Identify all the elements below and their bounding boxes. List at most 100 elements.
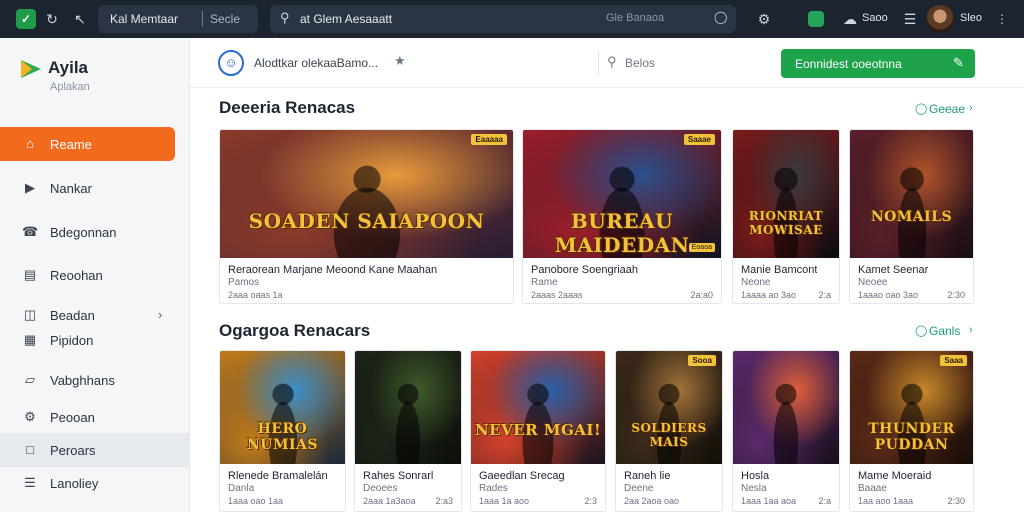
card-subtitle: Nesla	[741, 483, 767, 494]
menu-icon[interactable]: ☰	[900, 9, 920, 29]
sidebar-item-label: Vabghhans	[50, 373, 115, 388]
see-all-link[interactable]: Ganls	[929, 324, 960, 338]
card-subtitle: Pamos	[228, 277, 260, 288]
card-meta: 1aaa 1a aoo	[479, 496, 530, 506]
brand-name: Ayila	[48, 58, 89, 77]
document-icon: ☰	[24, 475, 36, 490]
address-text[interactable]: at Glem Aesaaatt	[300, 12, 392, 26]
brand-subtitle: Aplakan	[50, 81, 90, 93]
voice-icon[interactable]: ◯	[714, 10, 730, 26]
sidebar-item-people[interactable]: □ Peroars	[0, 433, 190, 467]
tab-search-label[interactable]: Secle	[210, 12, 240, 26]
sidebar-item-label: Reame	[50, 137, 92, 152]
sidebar-item-bookmarks[interactable]: ▱ Vabghhans	[0, 363, 190, 397]
card-subtitle: Rades	[479, 483, 508, 494]
tag-badge: Eaaaaa	[471, 134, 507, 145]
game-card[interactable]: SOLDIERS MAIS Sooa Raneh lie Deene 2aa 2aoa …	[615, 350, 723, 512]
price-badge: Eoaoa	[688, 243, 715, 252]
game-logo-text: NOMAILS	[870, 209, 953, 225]
card-subtitle: Neoee	[858, 277, 888, 288]
card-rating: 2a:a0	[690, 290, 713, 300]
chevron-right-icon[interactable]: ›	[969, 324, 973, 336]
sidebar-item-label: Reoohan	[50, 268, 103, 283]
game-thumbnail[interactable]: HERO NUMIAS	[220, 351, 345, 464]
main-header: ☺ Alodtkar olekaaBamo... ★ ⚲ Belos Eonni…	[190, 38, 1024, 88]
game-card[interactable]: SOADEN SAIAPOON Eaaaaa Reraorean Marjane M…	[219, 129, 514, 304]
search-placeholder: Belos	[625, 56, 656, 70]
card-subtitle: Rame	[531, 277, 558, 288]
game-thumbnail[interactable]: THUNDER PUDDAN Saaa	[850, 351, 973, 464]
game-logo-text: RIONRIAT MOWISAE	[748, 209, 824, 237]
circle-icon: ◯	[915, 103, 928, 115]
address-hint: Gle Banaoa	[606, 12, 665, 24]
game-thumbnail[interactable]: BUREAU MAIDEDAN Saaae Eoaoa	[523, 130, 721, 258]
game-thumbnail[interactable]	[733, 351, 839, 464]
search-input[interactable]: ⚲ Belos	[598, 50, 768, 76]
card-subtitle: Deoees	[363, 483, 398, 494]
user-avatar[interactable]	[926, 5, 954, 33]
game-thumbnail[interactable]: NEVER MGAI!	[471, 351, 605, 464]
address-bar[interactable]: ⚲ at Glem Aesaaatt Gle Banaoa ◯	[270, 5, 736, 33]
section-title: Deeeria Renacas	[219, 98, 356, 117]
game-thumbnail[interactable]: NOMAILS	[850, 130, 973, 258]
page-title: Alodtkar olekaaBamo...	[254, 56, 379, 70]
brand-logo-icon	[21, 60, 41, 78]
see-all-link[interactable]: Geeae	[929, 102, 965, 116]
sidebar-item-settings[interactable]: ⚙ Peooan	[0, 400, 190, 434]
star-icon[interactable]: ★	[394, 53, 406, 69]
chat-icon[interactable]: ☁	[840, 9, 860, 29]
sidebar-item-label: Peroars	[50, 443, 96, 458]
game-thumbnail[interactable]: RIONRIAT MOWISAE	[733, 130, 839, 258]
chevron-right-icon: ›	[158, 307, 163, 322]
user-label[interactable]: Sleo	[960, 12, 982, 24]
game-logo-text: HERO NUMIAS	[246, 421, 319, 453]
game-card[interactable]: BUREAU MAIDEDAN Saaae Eoaoa Panobore Soengr…	[522, 129, 722, 304]
game-logo-text: SOADEN SAIAPOON	[248, 209, 485, 233]
card-title: Kamet Seenar	[858, 264, 929, 276]
refresh-icon[interactable]: ↻	[42, 9, 62, 29]
game-card[interactable]: RIONRIAT MOWISAE Manie Bamcont Neone 1aaaa …	[732, 129, 840, 304]
primary-action-label: Eonnidest ooeotnna	[795, 57, 902, 71]
sidebar-item-library[interactable]: ▤ Reoohan	[0, 258, 190, 292]
primary-action-button[interactable]: Eonnidest ooeotnna ✎	[781, 49, 975, 78]
apps-grid-icon[interactable]: ⋮	[992, 9, 1012, 29]
browser-tab[interactable]: Kal Memtaar Secle	[98, 5, 258, 33]
game-card[interactable]: NOMAILS Kamet Seenar Neoee 1aaao oao 3ao 2:3…	[849, 129, 974, 304]
card-meta: 1aaa oao 1aa	[228, 496, 284, 506]
game-logo-text: SOLDIERS MAIS	[631, 421, 707, 449]
game-thumbnail[interactable]	[355, 351, 461, 464]
profile-icon[interactable]: ☺	[218, 50, 244, 76]
card-meta: 2aaa 1a3aoa	[363, 496, 416, 506]
sidebar-item-home[interactable]: ⌂ Reame	[0, 127, 175, 161]
sidebar-item-list[interactable]: ▦ Pipidon	[0, 323, 190, 357]
sidebar-item-games[interactable]: ▶ Nankar	[0, 171, 190, 205]
card-subtitle: Baaae	[858, 483, 887, 494]
phone-icon: ☎	[22, 224, 39, 239]
sidebar-item-label: Lanoliey	[50, 476, 99, 491]
card-title: Reraorean Marjane Meoond Kane Maahan	[228, 264, 438, 276]
card-subtitle: Danla	[228, 483, 255, 494]
sidebar-item-label: Beadan	[50, 308, 95, 323]
card-meta: 1aaao oao 3ao	[858, 290, 919, 300]
settings-icon: ⚙	[24, 409, 36, 424]
game-card[interactable]: THUNDER PUDDAN Saaa Mame Moeraid Baaae 1aa a…	[849, 350, 974, 512]
game-card[interactable]: Hosla Nesla 1aaa 1aa aoa 2:a	[732, 350, 840, 512]
game-card[interactable]: HERO NUMIAS Rlenede Bramalelán Danla 1aaa o…	[219, 350, 346, 512]
tag-badge: Saaa	[940, 355, 967, 366]
card-rating: 2:a	[818, 496, 831, 506]
chevron-right-icon[interactable]: ›	[969, 102, 973, 114]
game-card[interactable]: Rahes Sonrarl Deoees 2aaa 1a3aoa 2:a3	[354, 350, 462, 512]
game-thumbnail[interactable]: SOLDIERS MAIS Sooa	[616, 351, 722, 464]
chat-label[interactable]: Saoo	[862, 12, 888, 24]
sidebar-item-documents[interactable]: ☰ Lanoliey	[0, 466, 190, 500]
game-logo-text: NEVER MGAI!	[474, 421, 602, 439]
collapse-icon[interactable]: ↖	[70, 9, 90, 29]
card-rating: 2:a	[818, 290, 831, 300]
game-card[interactable]: NEVER MGAI! Gaeedlan Srecag Rades 1aaa 1a a…	[470, 350, 606, 512]
card-rating: 2:30	[947, 290, 965, 300]
app-logo-icon[interactable]: ✓	[16, 9, 36, 29]
game-thumbnail[interactable]: SOADEN SAIAPOON Eaaaaa	[220, 130, 513, 258]
extension-icon[interactable]: ⚙	[754, 9, 774, 29]
sidebar-item-calls[interactable]: ☎ Bdegonnan	[0, 215, 190, 249]
green-app-icon[interactable]	[808, 11, 824, 27]
